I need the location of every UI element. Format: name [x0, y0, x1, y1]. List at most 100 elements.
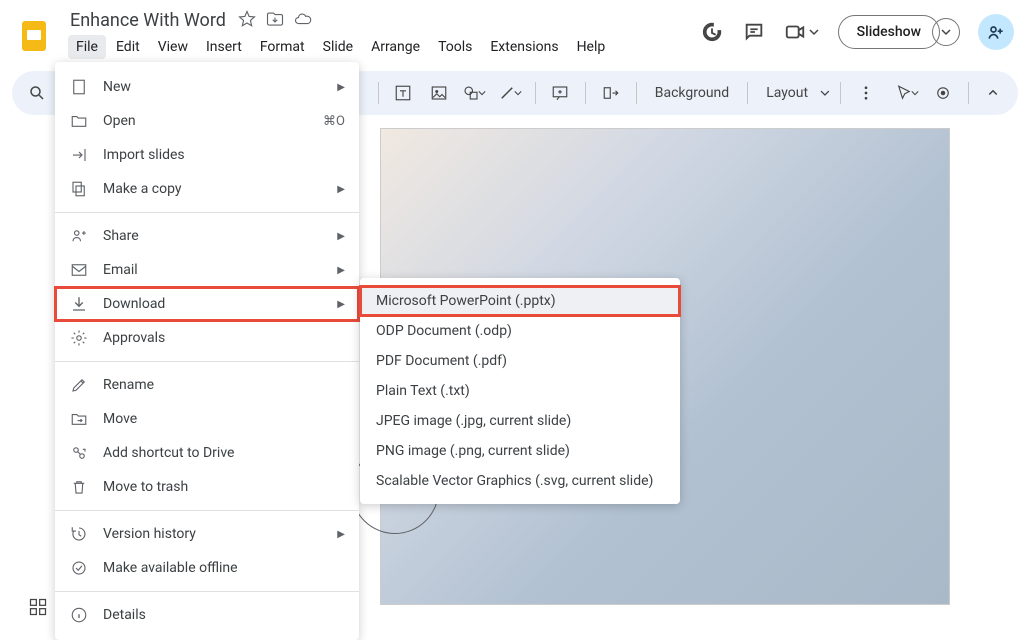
approvals-icon	[69, 328, 89, 348]
collapse-icon[interactable]	[979, 78, 1009, 108]
copy-icon	[69, 179, 89, 199]
menu-divider	[55, 212, 359, 213]
menu-file[interactable]: File	[68, 35, 106, 59]
menu-item-label: Make available offline	[103, 560, 238, 576]
menu-extensions[interactable]: Extensions	[482, 35, 566, 59]
menu-item-label: Move to trash	[103, 479, 188, 495]
move-icon	[69, 409, 89, 429]
menu-item-label: Rename	[103, 377, 154, 393]
more-icon[interactable]	[851, 78, 881, 108]
file-menu-open[interactable]: Open ⌘O	[55, 104, 359, 138]
menu-item-label: Open	[103, 113, 136, 129]
submenu-arrow-icon: ▶	[337, 265, 345, 276]
download-icon	[69, 294, 89, 314]
meet-button[interactable]	[784, 21, 820, 43]
submenu-arrow-icon: ▶	[337, 82, 345, 93]
menu-divider	[55, 510, 359, 511]
menu-item-label: Import slides	[103, 147, 185, 163]
file-menu-details[interactable]: Details	[55, 598, 359, 632]
download-option[interactable]: PDF Document (.pdf)	[360, 346, 680, 376]
offline-icon	[69, 558, 89, 578]
file-menu-make-a-copy[interactable]: Make a copy ▶	[55, 172, 359, 206]
download-option[interactable]: Plain Text (.txt)	[360, 376, 680, 406]
menu-tools[interactable]: Tools	[430, 35, 480, 59]
file-menu-move[interactable]: Move	[55, 402, 359, 436]
file-menu-email[interactable]: Email ▶	[55, 253, 359, 287]
file-menu-new[interactable]: New ▶	[55, 70, 359, 104]
shape-icon[interactable]	[460, 78, 490, 108]
file-menu-rename[interactable]: Rename	[55, 368, 359, 402]
file-menu-import-slides[interactable]: Import slides	[55, 138, 359, 172]
menu-item-label: Email	[103, 262, 138, 278]
trash-icon	[69, 477, 89, 497]
menu-arrange[interactable]: Arrange	[363, 35, 428, 59]
menu-item-label: Make a copy	[103, 181, 182, 197]
rename-icon	[69, 375, 89, 395]
menu-divider	[55, 361, 359, 362]
submenu-arrow-icon: ▶	[337, 184, 345, 195]
share-icon	[69, 226, 89, 246]
file-menu-make-available-offline[interactable]: Make available offline	[55, 551, 359, 585]
menu-bar: FileEditViewInsertFormatSlideArrangeTool…	[64, 35, 613, 59]
cloud-status-icon[interactable]	[294, 10, 312, 32]
chevron-down-icon	[820, 88, 830, 98]
import-icon	[69, 145, 89, 165]
search-icon[interactable]	[22, 78, 52, 108]
menu-edit[interactable]: Edit	[108, 35, 148, 59]
menu-divider	[55, 591, 359, 592]
keyboard-shortcut: ⌘O	[323, 114, 345, 129]
details-icon	[69, 605, 89, 625]
file-menu-move-to-trash[interactable]: Move to trash	[55, 470, 359, 504]
menu-item-label: Share	[103, 228, 139, 244]
shortcut-icon	[69, 443, 89, 463]
menu-item-label: Add shortcut to Drive	[103, 445, 234, 461]
share-button[interactable]	[978, 14, 1014, 50]
background-button[interactable]: Background	[647, 85, 737, 101]
slideshow-dropdown-button[interactable]	[932, 18, 960, 46]
menu-item-label: Approvals	[103, 330, 165, 346]
record-icon[interactable]	[928, 78, 958, 108]
submenu-arrow-icon: ▶	[337, 299, 345, 310]
document-title[interactable]: Enhance With Word	[64, 8, 232, 33]
folder-icon	[69, 111, 89, 131]
layout-button[interactable]: Layout	[758, 85, 816, 101]
file-menu-download[interactable]: Download ▶	[55, 287, 359, 321]
menu-insert[interactable]: Insert	[198, 35, 250, 59]
download-option[interactable]: ODP Document (.odp)	[360, 316, 680, 346]
comment-icon[interactable]	[546, 78, 576, 108]
download-option[interactable]: JPEG image (.jpg, current slide)	[360, 406, 680, 436]
menu-view[interactable]: View	[150, 35, 196, 59]
menu-format[interactable]: Format	[252, 35, 313, 59]
history-icon	[69, 524, 89, 544]
image-icon[interactable]	[424, 78, 454, 108]
menu-item-label: New	[103, 79, 131, 95]
submenu-arrow-icon: ▶	[337, 231, 345, 242]
download-submenu: Microsoft PowerPoint (.pptx)ODP Document…	[360, 278, 680, 504]
file-menu-version-history[interactable]: Version history▶	[55, 517, 359, 551]
grid-view-icon[interactable]	[24, 593, 52, 621]
file-menu-approvals[interactable]: Approvals	[55, 321, 359, 355]
download-option[interactable]: Scalable Vector Graphics (.svg, current …	[360, 466, 680, 496]
menu-help[interactable]: Help	[569, 35, 614, 59]
star-icon[interactable]	[238, 10, 256, 32]
pointer-icon[interactable]	[892, 78, 922, 108]
email-icon	[69, 260, 89, 280]
file-menu-share[interactable]: Share ▶	[55, 219, 359, 253]
activity-icon[interactable]	[700, 20, 724, 44]
move-folder-icon[interactable]	[266, 10, 284, 32]
slides-app-logo[interactable]	[16, 18, 52, 54]
menu-item-label: Details	[103, 607, 146, 623]
menu-slide[interactable]: Slide	[315, 35, 361, 59]
transition-icon[interactable]	[596, 78, 626, 108]
doc-icon	[69, 77, 89, 97]
line-icon[interactable]	[495, 78, 525, 108]
file-menu-add-shortcut-to-drive[interactable]: Add shortcut to Drive	[55, 436, 359, 470]
submenu-arrow-icon: ▶	[337, 529, 345, 540]
textbox-icon[interactable]	[389, 78, 419, 108]
file-menu-dropdown: New▶Open⌘OImport slidesMake a copy▶Share…	[55, 62, 359, 640]
comments-icon[interactable]	[742, 20, 766, 44]
download-option[interactable]: PNG image (.png, current slide)	[360, 436, 680, 466]
menu-item-label: Download	[103, 296, 165, 312]
slideshow-button[interactable]: Slideshow	[838, 15, 940, 49]
download-option[interactable]: Microsoft PowerPoint (.pptx)	[360, 286, 680, 316]
